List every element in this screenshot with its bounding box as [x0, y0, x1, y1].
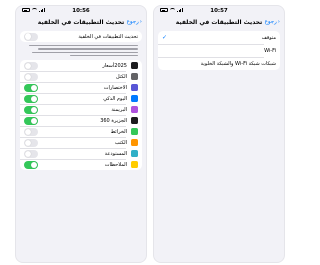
- app-name: الخرائط: [110, 128, 127, 135]
- page-title: تحديث التطبيقات في الخلفية: [175, 19, 263, 26]
- options-list: متوقف ✓ Wi-Fi شبكات شبكة Wi-Fi والشبكة الخل…: [158, 31, 280, 70]
- app-toggle[interactable]: [24, 127, 38, 136]
- app-name: البريمنة: [111, 106, 127, 113]
- wifi-icon: [170, 8, 175, 12]
- app-row: الخرائط: [20, 126, 142, 137]
- status-bar: 10:56: [16, 6, 146, 17]
- app-row: البريمنة: [20, 104, 142, 115]
- wifi-icon: [32, 8, 37, 12]
- status-time: 10:56: [72, 8, 90, 14]
- app-name: الكتل: [116, 73, 127, 80]
- app-toggle[interactable]: [24, 160, 38, 169]
- status-time: 10:57: [210, 8, 228, 14]
- app-icon: [131, 150, 138, 158]
- signal-icon: [39, 8, 45, 12]
- shortcuts-icon: [131, 84, 138, 92]
- left-phone-screen: 10:56 ‹ رجوع تحديث التطبيقات في الخلفية …: [15, 5, 147, 263]
- option-label: شبكات شبكة Wi-Fi والشبكة الخلوية: [200, 60, 276, 67]
- app-row: 2025أسعار: [20, 60, 142, 71]
- app-icon: [131, 95, 138, 103]
- app-toggle[interactable]: [24, 105, 38, 114]
- app-row: الملاحظات: [20, 159, 142, 170]
- app-icon: [131, 106, 138, 114]
- notes-icon: [131, 161, 138, 169]
- option-row[interactable]: متوقف ✓: [158, 31, 280, 44]
- app-row: الكتل: [20, 71, 142, 82]
- battery-icon: [22, 8, 30, 12]
- app-toggle[interactable]: [24, 83, 38, 92]
- main-toggle[interactable]: [24, 32, 38, 41]
- app-row: اليوم الذكي: [20, 93, 142, 104]
- app-toggle[interactable]: [24, 116, 38, 125]
- nav-bar: ‹ رجوع تحديث التطبيقات في الخلفية: [154, 17, 284, 31]
- books-icon: [131, 139, 138, 147]
- app-toggle[interactable]: [24, 149, 38, 158]
- page-title: تحديث التطبيقات في الخلفية: [37, 19, 125, 26]
- app-row: الجزيرة 360: [20, 115, 142, 126]
- option-row[interactable]: شبكات شبكة Wi-Fi والشبكة الخلوية: [158, 57, 280, 70]
- option-label: متوقف: [261, 34, 276, 41]
- option-row[interactable]: Wi-Fi: [158, 44, 280, 57]
- app-toggle[interactable]: [24, 94, 38, 103]
- app-toggle[interactable]: [24, 72, 38, 81]
- status-bar: 10:57: [154, 6, 284, 17]
- app-toggle[interactable]: [24, 61, 38, 70]
- app-row: الاختصارات: [20, 82, 142, 93]
- app-name: اليوم الذكي: [103, 95, 127, 102]
- status-icons: [22, 8, 45, 12]
- app-name: 2025أسعار: [102, 62, 127, 69]
- app-name: المستودعة: [104, 150, 127, 157]
- maps-icon: [131, 128, 138, 136]
- app-toggle[interactable]: [24, 138, 38, 147]
- app-name: الملاحظات: [104, 161, 127, 168]
- app-list: 2025أسعار الكتل الاختصارات اليوم الذكي البري…: [20, 60, 142, 171]
- app-name: الجزيرة 360: [100, 117, 127, 124]
- main-toggle-card: تحديث التطبيقات في الخلفية: [20, 31, 142, 42]
- app-name: الاختصارات: [103, 84, 127, 91]
- checkmark-icon: ✓: [162, 34, 168, 41]
- app-row: الكتب: [20, 137, 142, 148]
- main-toggle-label: تحديث التطبيقات في الخلفية: [78, 33, 138, 40]
- signal-icon: [177, 8, 183, 12]
- app-icon: [131, 73, 138, 81]
- battery-icon: [160, 8, 168, 12]
- right-phone-screen: 10:57 ‹ رجوع تحديث التطبيقات في الخلفية …: [153, 5, 285, 263]
- description-text: [24, 45, 138, 57]
- status-icons: [160, 8, 183, 12]
- nav-bar: ‹ رجوع تحديث التطبيقات في الخلفية: [16, 17, 146, 31]
- app-icon: [131, 62, 138, 70]
- app-icon: [131, 117, 138, 125]
- main-toggle-row: تحديث التطبيقات في الخلفية: [20, 31, 142, 42]
- app-name: الكتب: [114, 139, 127, 146]
- option-label: Wi-Fi: [264, 47, 276, 54]
- app-row: المستودعة: [20, 148, 142, 159]
